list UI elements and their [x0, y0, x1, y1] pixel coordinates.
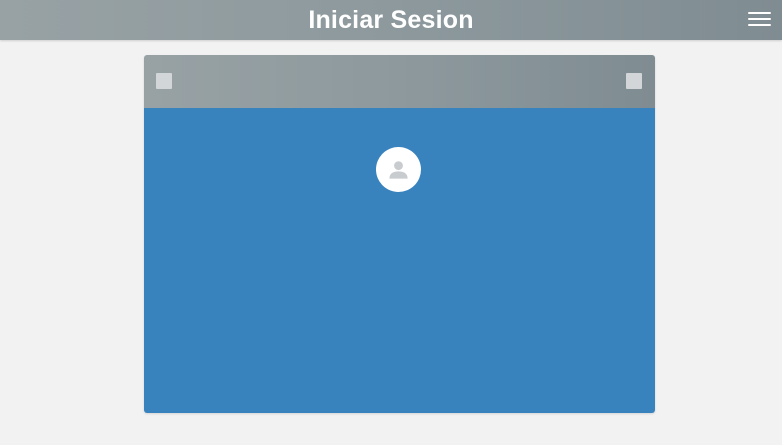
menu-line	[748, 18, 771, 20]
page-title: Iniciar Sesion	[308, 6, 474, 34]
top-app-bar: Iniciar Sesion	[0, 0, 782, 40]
login-card-header	[144, 55, 655, 108]
menu-line	[748, 12, 771, 14]
user-avatar-icon	[376, 147, 421, 192]
login-card	[144, 55, 655, 413]
menu-line	[748, 24, 771, 26]
login-card-body	[144, 108, 655, 413]
header-left-square-icon[interactable]	[156, 73, 172, 89]
hamburger-menu-icon[interactable]	[748, 10, 772, 30]
header-right-square-icon[interactable]	[626, 73, 642, 89]
person-icon	[389, 161, 408, 179]
